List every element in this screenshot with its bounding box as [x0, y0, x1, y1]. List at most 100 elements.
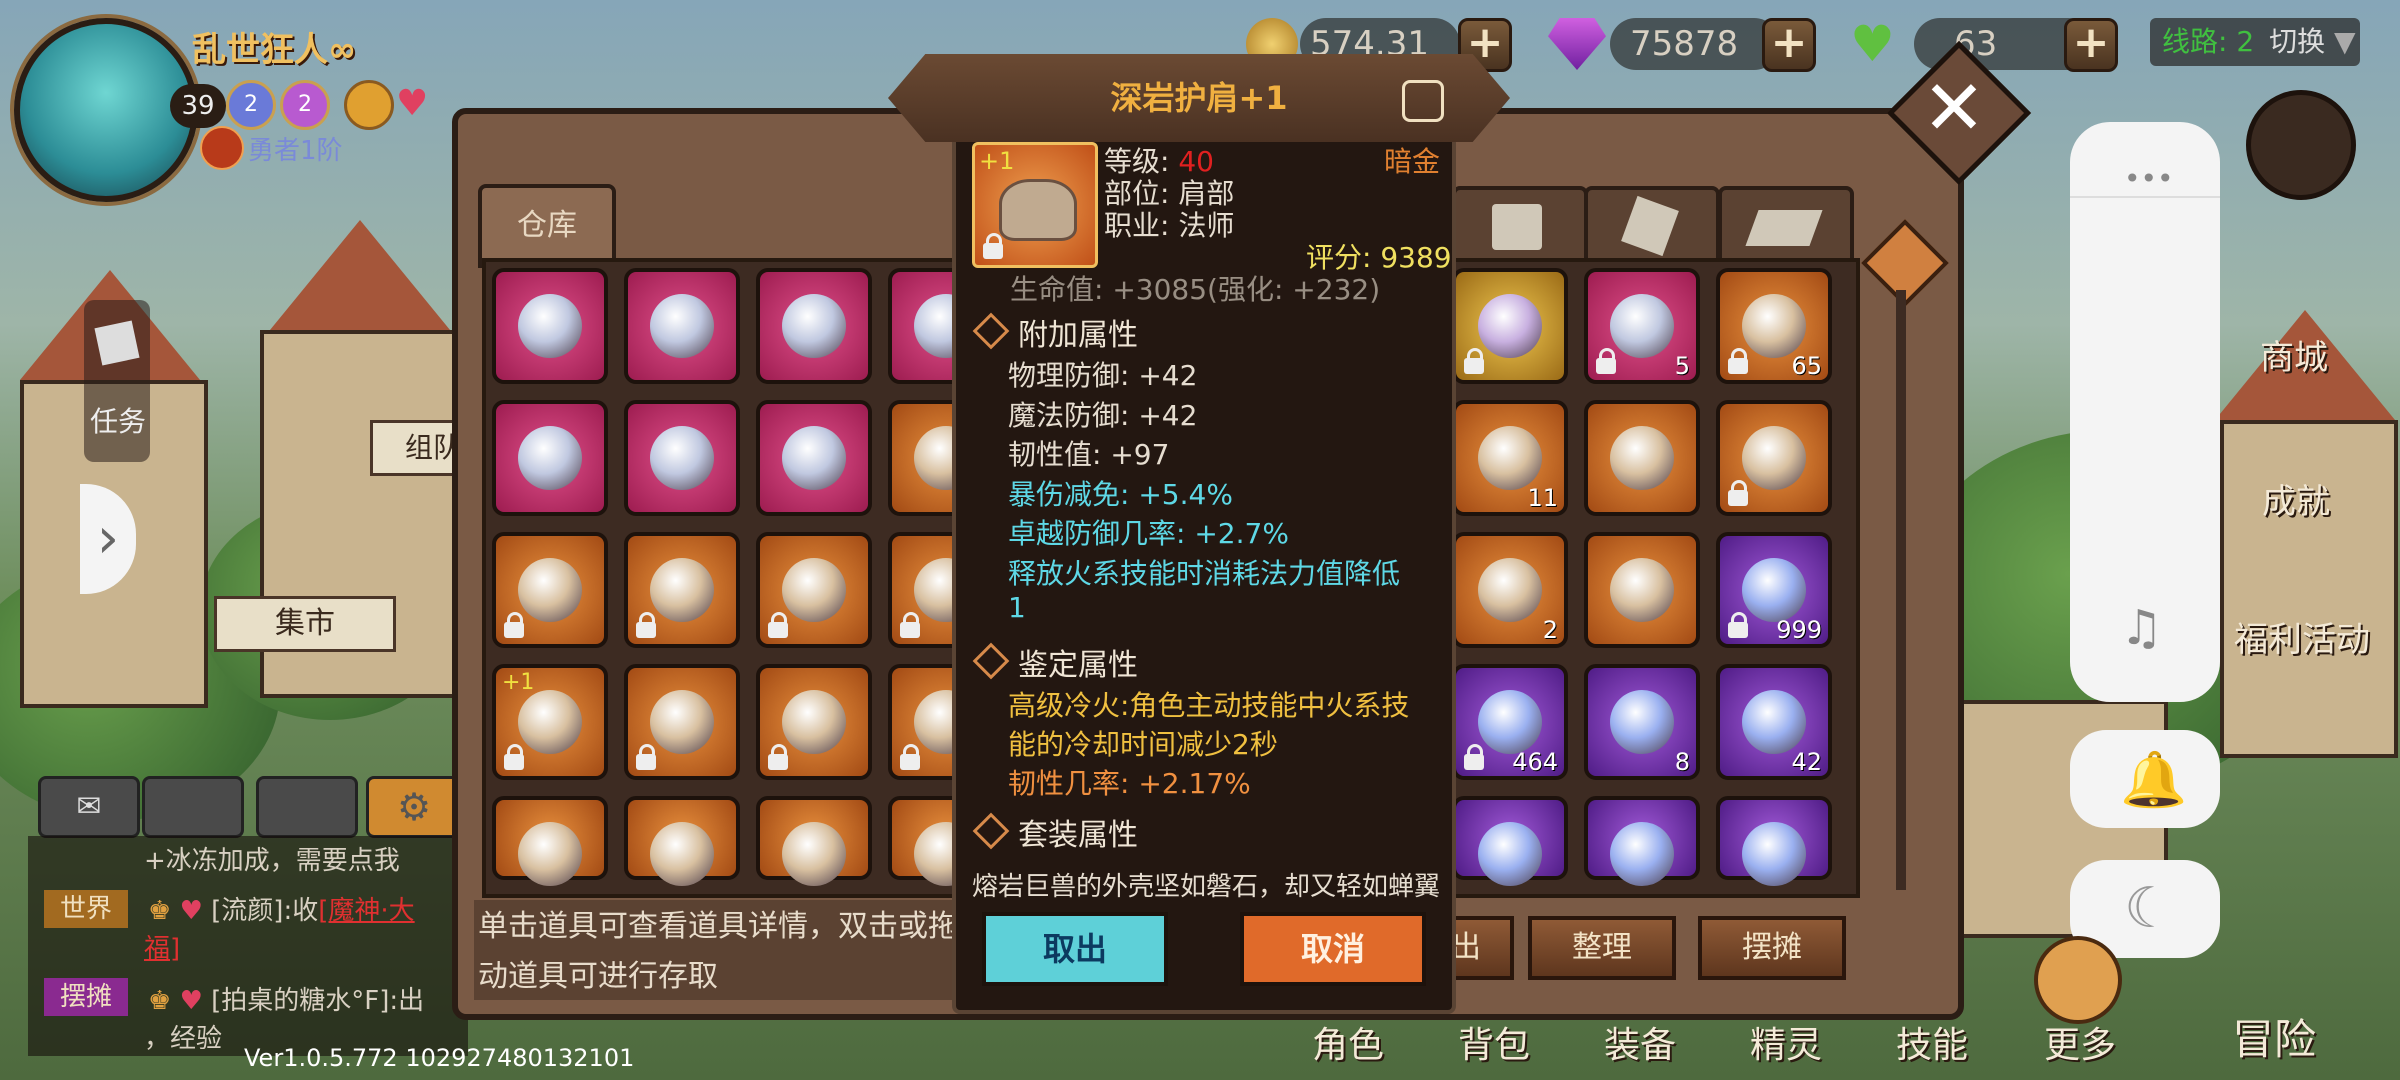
item-count: 8	[1674, 748, 1690, 776]
inventory-slot[interactable]	[624, 664, 740, 780]
mail-icon[interactable]	[142, 776, 244, 838]
section-identify: 鉴定属性	[1018, 648, 1138, 683]
inventory-slot[interactable]	[1452, 796, 1568, 886]
inventory-slot[interactable]	[756, 664, 872, 780]
chat-item-link[interactable]: [魔神·大	[318, 896, 414, 926]
market-sign[interactable]: 集市	[214, 596, 396, 652]
tooltip-take-button[interactable]: 取出	[982, 912, 1168, 986]
inventory-slot[interactable]	[756, 796, 872, 886]
item-count: 999	[1776, 616, 1822, 644]
inventory-slot[interactable]	[756, 532, 872, 648]
inventory-slot[interactable]: 999	[1716, 532, 1832, 648]
attribute-line: 能的冷却时间减少2秒	[1008, 728, 1278, 761]
lock-icon	[983, 233, 1003, 259]
music-note-icon[interactable]: ♫	[2120, 600, 2163, 656]
inventory-slot[interactable]	[1716, 400, 1832, 516]
tooltip-quality: 暗金	[1384, 145, 1441, 178]
inventory-slot[interactable]	[1584, 532, 1700, 648]
attribute-line: 暴伤减免: +5.4%	[1008, 477, 1233, 511]
chat-bubble-icon[interactable]: ✉	[38, 776, 140, 838]
tab-book[interactable]	[1452, 186, 1588, 266]
inventory-slot[interactable]	[492, 400, 608, 516]
inventory-slot[interactable]: 11	[1452, 400, 1568, 516]
shoulder-icon	[650, 558, 714, 622]
ore-icon	[1742, 426, 1806, 490]
tab-warehouse[interactable]: 仓库	[478, 184, 616, 268]
nav-item[interactable]: 背包	[1458, 1016, 1530, 1068]
ore-tab-icon	[1745, 210, 1823, 246]
potion-icon	[1478, 690, 1542, 754]
lock-icon	[1464, 744, 1484, 770]
welfare-label[interactable]: 福利活动	[2234, 612, 2370, 661]
stall-button[interactable]: 摆摊	[1698, 916, 1846, 980]
heart-badge-icon: ♥	[396, 83, 429, 124]
scroll-icon	[1610, 690, 1674, 754]
section-set: 套装属性	[1018, 818, 1138, 853]
inventory-slot[interactable]	[1584, 796, 1700, 886]
inventory-slot[interactable]	[624, 796, 740, 886]
switch-label: 切换	[2269, 25, 2326, 58]
inventory-slot[interactable]	[756, 268, 872, 384]
inventory-slot[interactable]: 8	[1584, 664, 1700, 780]
inventory-slot[interactable]	[1716, 796, 1832, 886]
nav-item[interactable]: 角色	[1312, 1016, 1384, 1068]
ore-icon	[1610, 558, 1674, 622]
inventory-slot[interactable]	[624, 400, 740, 516]
chat-item-link-cont[interactable]: 福]	[144, 928, 180, 965]
book-icon	[1478, 822, 1542, 886]
friends-icon[interactable]	[256, 776, 358, 838]
share-icon[interactable]	[1402, 80, 1444, 122]
chat-line-2: ♚ ♥ [拍桌的糖水°F]:出	[148, 986, 425, 1016]
chat-line-1-text: [流颜]:收	[211, 896, 319, 926]
inventory-slot[interactable]: 2	[1452, 532, 1568, 648]
more-icon[interactable]	[2034, 936, 2122, 1024]
inventory-slot[interactable]: 42	[1716, 664, 1832, 780]
nav-item[interactable]: 技能	[1896, 1016, 1968, 1068]
tooltip-job: 职业: 法师	[1104, 209, 1235, 242]
achievement-label[interactable]: 成就	[2262, 474, 2330, 523]
shop-label[interactable]: 商城	[2260, 330, 2328, 379]
close-icon[interactable]: ✕	[1922, 62, 1986, 154]
lock-icon	[636, 612, 656, 638]
floating-panel[interactable]: ••• ♫	[2070, 122, 2220, 702]
inventory-slot[interactable]	[756, 400, 872, 516]
inventory-slot[interactable]	[624, 268, 740, 384]
sort-button[interactable]: 整理	[1528, 916, 1676, 980]
bell-button[interactable]: 🔔	[2070, 730, 2220, 828]
add-gem-button[interactable]: +	[1762, 18, 1816, 72]
tooltip-cancel-button[interactable]: 取消	[1240, 912, 1426, 986]
inventory-slot[interactable]: 464	[1452, 664, 1568, 780]
shoulder-icon	[782, 690, 846, 754]
inventory-slot[interactable]: 65	[1716, 268, 1832, 384]
line-switch-button[interactable]: 线路: 2 切换 ▼	[2150, 18, 2360, 66]
attribute-line: 卓越防御几率: +2.7%	[1008, 517, 1289, 550]
inventory-slot[interactable]	[624, 532, 740, 648]
nav-item[interactable]: 装备	[1604, 1016, 1676, 1068]
more-dots-icon[interactable]: •••	[2124, 162, 2174, 195]
inventory-slot[interactable]: +1	[492, 664, 608, 780]
adventure-label[interactable]: 冒险	[2232, 1006, 2316, 1067]
nav-item[interactable]: 精灵	[1750, 1016, 1822, 1068]
inventory-slot[interactable]: 5	[1584, 268, 1700, 384]
tab-ore[interactable]	[1718, 186, 1854, 266]
ring-icon	[518, 294, 582, 358]
inventory-slot[interactable]	[492, 532, 608, 648]
stamina-heart-icon: ♥	[1850, 15, 1895, 73]
inventory-slot[interactable]	[1452, 268, 1568, 384]
lock-icon	[768, 744, 788, 770]
section-extra: 附加属性	[1018, 318, 1138, 353]
tab-material[interactable]	[1584, 186, 1720, 266]
compass-icon[interactable]	[2246, 90, 2356, 200]
nav-item[interactable]: 更多	[2044, 1016, 2116, 1068]
add-stamina-button[interactable]: +	[2064, 18, 2118, 72]
inventory-slot[interactable]	[492, 268, 608, 384]
mushroom-icon	[1742, 822, 1806, 886]
inventory-slot[interactable]	[492, 796, 608, 886]
scrollbar-track[interactable]	[1896, 290, 1906, 890]
settings-gear-icon[interactable]: ⚙	[366, 776, 462, 838]
attribute-line: 韧性几率: +2.17%	[1008, 767, 1251, 800]
chat-line-2-cont: ，经验	[144, 1024, 223, 1054]
task-button[interactable]: 任务	[84, 300, 150, 462]
inventory-slot[interactable]	[1584, 400, 1700, 516]
tooltip-plus-label: +1	[979, 147, 1015, 175]
